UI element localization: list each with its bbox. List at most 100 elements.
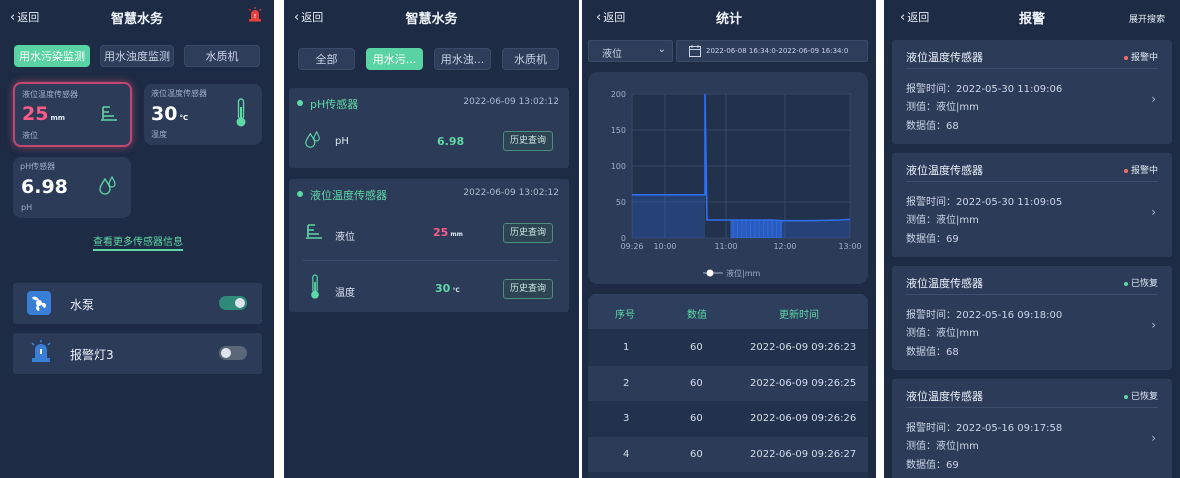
device-row-alarm-light[interactable]: 报警灯3 bbox=[13, 333, 262, 374]
calendar-icon bbox=[689, 45, 701, 57]
alarm-card[interactable]: 液位温度传感器 已恢复 报警时间：2022-05-16 09:18:00 测值：… bbox=[892, 266, 1172, 370]
more-sensors-link[interactable]: 查看更多传感器信息 bbox=[93, 233, 183, 248]
header-value: 数值 bbox=[687, 310, 707, 321]
tab-turbidity[interactable]: 用水浊度监测 bbox=[100, 45, 174, 67]
alarm-time: 报警时间：2022-05-16 09:18:00 bbox=[906, 310, 1063, 321]
group-title: 液位温度传感器 bbox=[310, 189, 387, 202]
link-underline bbox=[93, 249, 183, 251]
metric-select[interactable]: 液位 ⌄ bbox=[588, 40, 673, 62]
thermometer-icon bbox=[236, 98, 246, 127]
chevron-right-icon: › bbox=[1151, 205, 1156, 219]
cell-index: 4 bbox=[623, 449, 630, 460]
chevron-down-icon: ⌄ bbox=[657, 44, 666, 55]
screen-sensor-list: ‹ 返回 智慧水务 全部 用水污... 用水浊... 水质机 pH传感器 2022… bbox=[284, 0, 579, 478]
status-dot bbox=[297, 100, 303, 106]
alarm-time: 报警时间：2022-05-30 11:09:06 bbox=[906, 84, 1063, 95]
table-header: 序号 数值 更新时间 bbox=[588, 294, 868, 329]
sensor-card-level[interactable]: 液位温度传感器 25 mm 液位 bbox=[13, 82, 132, 147]
status-dot bbox=[297, 191, 303, 197]
chart-panel: 0 50 100 150 200 09:26 10:00 11:00 12:00 13:00 液位|… bbox=[588, 72, 868, 284]
divider bbox=[906, 294, 1158, 295]
sensor-label: pH bbox=[21, 203, 33, 212]
item-value: 6.98 bbox=[437, 135, 465, 148]
y-tick-label: 200 bbox=[611, 90, 626, 99]
alarm-light-icon[interactable]: ! bbox=[248, 7, 262, 22]
date-range-picker[interactable]: 2022-06-08 16:34:0-2022-06-09 16:34:0 bbox=[676, 40, 868, 62]
device-name: 水泵 bbox=[70, 298, 95, 312]
date-range-text: 2022-06-08 16:34:0-2022-06-09 16:34:0 bbox=[706, 47, 849, 55]
top-bar: ‹ 返回 智慧水务 ! bbox=[0, 0, 274, 34]
header-time: 更新时间 bbox=[779, 310, 819, 321]
divider bbox=[906, 68, 1158, 69]
legend-marker bbox=[706, 269, 714, 277]
alarm-light-toggle[interactable] bbox=[219, 346, 247, 360]
tab-pollution[interactable]: 用水污染监测 bbox=[14, 45, 90, 67]
divider bbox=[906, 181, 1158, 182]
thermometer-icon bbox=[311, 274, 319, 299]
sensor-card-temperature[interactable]: 液位温度传感器 30 °C 温度 bbox=[144, 84, 262, 145]
device-row-pump[interactable]: 水泵 bbox=[13, 283, 262, 324]
tab-turbidity[interactable]: 用水浊... bbox=[434, 48, 491, 70]
sensor-card-ph[interactable]: pH传感器 6.98 pH bbox=[13, 157, 131, 218]
legend-label: 液位|mm bbox=[726, 268, 760, 278]
expand-search-button[interactable]: 展开搜索 bbox=[1129, 12, 1165, 25]
table-row: 1 60 2022-06-09 09:26:23 bbox=[588, 330, 868, 365]
alarm-measure: 测值：液位|mm bbox=[906, 102, 979, 113]
alarm-data: 数据值：69 bbox=[906, 234, 959, 245]
history-query-button[interactable]: 历史查询 bbox=[503, 223, 553, 243]
pump-toggle[interactable] bbox=[219, 296, 247, 310]
cell-value: 60 bbox=[690, 449, 703, 460]
sensor-label: 温度 bbox=[151, 130, 167, 139]
page-title: 智慧水务 bbox=[110, 12, 163, 27]
alarm-status: 报警中 bbox=[1123, 50, 1158, 63]
y-tick-label: 50 bbox=[616, 198, 626, 207]
alarm-card[interactable]: 液位温度传感器 报警中 报警时间：2022-05-30 11:09:06 测值：… bbox=[892, 40, 1172, 144]
page-title: 智慧水务 bbox=[405, 12, 458, 27]
cell-time: 2022-06-09 09:26:26 bbox=[750, 413, 857, 424]
cell-time: 2022-06-09 09:26:27 bbox=[750, 449, 857, 460]
sensor-label: 液位 bbox=[22, 131, 38, 140]
group-title: pH传感器 bbox=[310, 98, 359, 111]
alarm-sensor-name: 液位温度传感器 bbox=[906, 390, 983, 403]
x-tick-label: 12:00 bbox=[773, 242, 796, 251]
x-tick-label: 09:26 bbox=[620, 242, 643, 251]
series-area bbox=[632, 194, 705, 238]
y-tick-label: 100 bbox=[611, 162, 626, 171]
alarm-card[interactable]: 液位温度传感器 已恢复 报警时间：2022-05-16 09:17:58 测值：… bbox=[892, 379, 1172, 478]
cell-value: 60 bbox=[690, 413, 703, 424]
alarm-measure: 测值：液位|mm bbox=[906, 215, 979, 226]
pump-fan-icon bbox=[27, 291, 51, 315]
screen-alarms: ‹ 返回 报警 展开搜索 液位温度传感器 报警中 报警时间：2022-05-30 … bbox=[884, 0, 1180, 478]
alarm-measure: 测值：液位|mm bbox=[906, 328, 979, 339]
sensor-value: 25 mm bbox=[22, 103, 66, 125]
alarm-status: 报警中 bbox=[1123, 163, 1158, 176]
alarm-sensor-name: 液位温度传感器 bbox=[906, 51, 983, 64]
screen-statistics: ‹ 返回 统计 液位 ⌄ 2022-06-08 16:34:0-2022-06-0… bbox=[582, 0, 876, 478]
level-line-chart: 05010015020009:26 10:00 11:00 12:00 13:00液位|… bbox=[611, 90, 862, 278]
ph-drops-icon bbox=[99, 176, 116, 195]
alarm-lamp-icon bbox=[31, 340, 51, 362]
item-value: 30 °C bbox=[435, 282, 460, 295]
sensor-name: 液位温度传感器 bbox=[22, 90, 78, 99]
alarm-time: 报警时间：2022-05-16 09:17:58 bbox=[906, 423, 1063, 434]
cell-value: 60 bbox=[690, 378, 703, 389]
alarm-measure: 测值：液位|mm bbox=[906, 441, 979, 452]
alarm-card[interactable]: 液位温度传感器 报警中 报警时间：2022-05-30 11:09:05 测值：… bbox=[892, 153, 1172, 257]
top-bar: ‹ 返回 智慧水务 bbox=[284, 0, 579, 34]
x-tick-label: 10:00 bbox=[653, 242, 676, 251]
x-tick-label: 13:00 bbox=[838, 242, 861, 251]
cell-value: 60 bbox=[690, 342, 703, 353]
tab-water-quality[interactable]: 水质机 bbox=[184, 45, 260, 67]
history-query-button[interactable]: 历史查询 bbox=[503, 279, 553, 299]
table-row: 2 60 2022-06-09 09:26:25 bbox=[588, 366, 868, 401]
divider bbox=[303, 260, 559, 261]
history-query-button[interactable]: 历史查询 bbox=[503, 131, 553, 151]
tab-all[interactable]: 全部 bbox=[298, 48, 355, 70]
sensor-name: pH传感器 bbox=[20, 162, 56, 171]
alarm-sensor-name: 液位温度传感器 bbox=[906, 277, 983, 290]
group-time: 2022-06-09 13:02:12 bbox=[463, 188, 559, 198]
tab-pollution[interactable]: 用水污... bbox=[366, 48, 423, 70]
sensor-group-level-temp: 液位温度传感器 2022-06-09 13:02:12 液位 25 mm 历史查询… bbox=[289, 179, 569, 312]
tab-water-quality[interactable]: 水质机 bbox=[502, 48, 559, 70]
item-label: 液位 bbox=[335, 232, 355, 243]
